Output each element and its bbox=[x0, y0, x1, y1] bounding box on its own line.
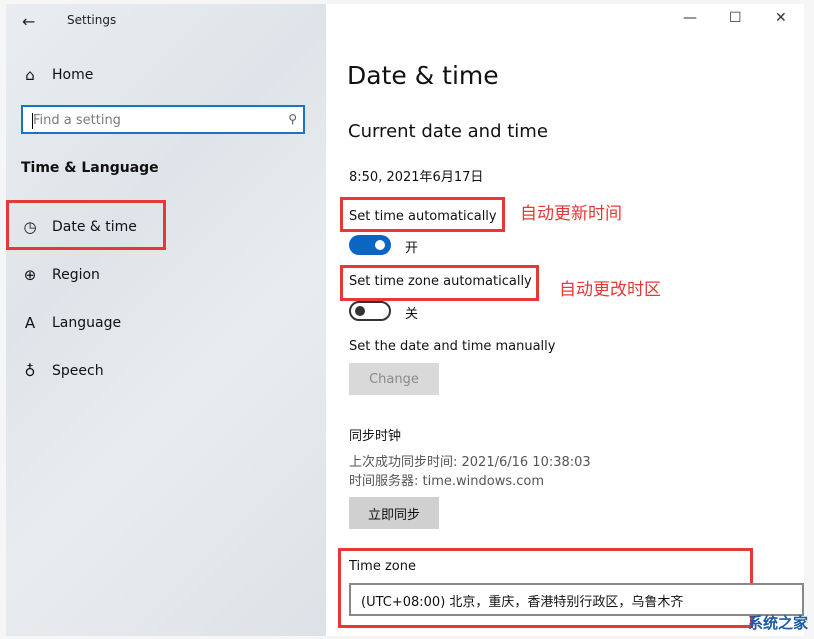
search-icon: ⚲ bbox=[288, 112, 297, 126]
current-datetime: 8:50, 2021年6月17日 bbox=[349, 170, 484, 185]
set-time-auto-toggle[interactable] bbox=[349, 235, 391, 255]
time-zone-select[interactable]: (UTC+08:00) 北京，重庆，香港特别行政区，乌鲁木齐 bbox=[349, 583, 804, 616]
sidebar: ← Settings ⌂ Home Find a setting ⚲ Time … bbox=[6, 4, 326, 636]
sidebar-item-date-time[interactable]: ◷ Date & time bbox=[20, 215, 137, 239]
sidebar-item-label: Speech bbox=[52, 363, 104, 379]
search-input[interactable]: Find a setting ⚲ bbox=[21, 105, 305, 134]
minimize-icon[interactable]: — bbox=[683, 10, 697, 26]
sidebar-item-label: Date & time bbox=[52, 219, 137, 235]
sidebar-item-language[interactable]: A Language bbox=[20, 311, 121, 335]
manual-label: Set the date and time manually bbox=[349, 339, 556, 354]
sidebar-item-label: Region bbox=[52, 267, 100, 283]
language-icon: A bbox=[24, 314, 36, 332]
app-title: Settings bbox=[67, 13, 117, 27]
time-server-text: 时间服务器: time.windows.com bbox=[349, 474, 545, 489]
sidebar-item-home[interactable]: ⌂ Home bbox=[20, 63, 93, 87]
annotation-note-auto-time: 自动更新时间 bbox=[520, 204, 622, 224]
sync-title: 同步时钟 bbox=[349, 429, 402, 444]
home-icon: ⌂ bbox=[25, 66, 35, 84]
sidebar-item-label: Language bbox=[52, 315, 122, 331]
set-timezone-auto-state: 关 bbox=[405, 307, 419, 322]
set-timezone-auto-toggle[interactable] bbox=[349, 301, 391, 321]
annotation-note-auto-timezone: 自动更改时区 bbox=[559, 280, 661, 300]
sync-now-button[interactable]: 立即同步 bbox=[349, 497, 439, 529]
sidebar-item-speech[interactable]: ♁ Speech bbox=[20, 359, 104, 383]
main-content: — ☐ ✕ Date & time Current date and time … bbox=[326, 4, 804, 636]
watermark-logo: 系统之家 bbox=[747, 614, 808, 632]
clock-calendar-icon: ◷ bbox=[23, 218, 37, 236]
globe-icon: ⊕ bbox=[23, 266, 37, 284]
sidebar-item-region[interactable]: ⊕ Region bbox=[20, 263, 100, 287]
toggle-knob bbox=[355, 306, 365, 316]
close-icon[interactable]: ✕ bbox=[775, 10, 787, 26]
page-title: Date & time bbox=[347, 61, 499, 90]
last-sync-text: 上次成功同步时间: 2021/6/16 10:38:03 bbox=[349, 455, 591, 470]
sidebar-section-title: Time & Language bbox=[21, 160, 159, 176]
back-arrow-icon[interactable]: ← bbox=[22, 12, 35, 31]
change-button[interactable]: Change bbox=[349, 363, 439, 395]
search-placeholder: Find a setting bbox=[33, 113, 121, 128]
maximize-icon[interactable]: ☐ bbox=[729, 10, 742, 26]
set-time-auto-label: Set time automatically bbox=[349, 209, 497, 224]
settings-window: ← Settings ⌂ Home Find a setting ⚲ Time … bbox=[6, 4, 804, 636]
toggle-knob bbox=[375, 240, 385, 250]
sidebar-item-label: Home bbox=[52, 67, 94, 83]
set-time-auto-state: 开 bbox=[405, 241, 419, 256]
microphone-icon: ♁ bbox=[24, 362, 36, 380]
set-timezone-auto-label: Set time zone automatically bbox=[349, 274, 532, 289]
time-zone-label: Time zone bbox=[349, 559, 416, 574]
section-title: Current date and time bbox=[348, 121, 548, 142]
